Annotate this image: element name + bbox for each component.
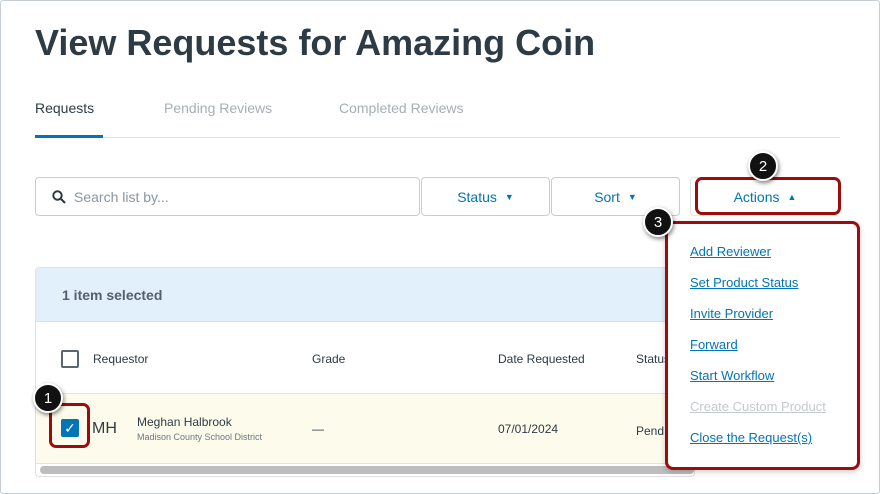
- search-placeholder: Search list by...: [74, 188, 169, 205]
- menu-add-reviewer[interactable]: Add Reviewer: [690, 244, 857, 275]
- actions-menu: Add Reviewer Set Product Status Invite P…: [665, 221, 860, 470]
- search-input[interactable]: Search list by...: [35, 177, 420, 216]
- date-cell: 07/01/2024: [498, 422, 559, 436]
- horizontal-scrollbar[interactable]: [40, 466, 694, 474]
- header-date-requested: Date Requested: [498, 352, 585, 366]
- tab-requests[interactable]: Requests: [35, 100, 94, 116]
- tab-pending-reviews[interactable]: Pending Reviews: [164, 100, 272, 116]
- header-requestor: Requestor: [93, 352, 149, 366]
- search-icon: [52, 189, 66, 204]
- menu-forward[interactable]: Forward: [690, 337, 857, 368]
- callout-1: 1: [33, 383, 63, 413]
- requestor-name: Meghan Halbrook: [137, 415, 232, 429]
- caret-down-icon: ▼: [627, 191, 637, 202]
- header-grade: Grade: [312, 352, 346, 366]
- menu-close-requests[interactable]: Close the Request(s): [690, 430, 857, 461]
- avatar: MH: [92, 420, 117, 437]
- active-tab-indicator: [35, 135, 103, 138]
- status-filter-button[interactable]: Status ▼: [421, 177, 550, 216]
- menu-invite-provider[interactable]: Invite Provider: [690, 306, 857, 337]
- menu-create-custom-product: Create Custom Product: [690, 399, 826, 414]
- select-all-checkbox[interactable]: [61, 350, 79, 368]
- requests-table: 1 item selected Requestor Grade Date Req…: [35, 267, 695, 477]
- callout-2: 2: [748, 151, 778, 181]
- status-cell: Pend: [636, 424, 665, 438]
- menu-set-product-status[interactable]: Set Product Status: [690, 275, 857, 306]
- page-title: View Requests for Amazing Coin: [35, 22, 596, 63]
- tab-completed-reviews[interactable]: Completed Reviews: [339, 100, 464, 116]
- caret-down-icon: ▼: [504, 191, 514, 202]
- menu-start-workflow[interactable]: Start Workflow: [690, 368, 857, 399]
- callout-3: 3: [643, 207, 673, 237]
- actions-highlight: [695, 177, 841, 215]
- tab-divider: [35, 137, 840, 138]
- selection-count: 1 item selected: [62, 287, 163, 303]
- grade-cell: —: [312, 422, 324, 436]
- status-label: Status: [457, 188, 497, 205]
- selection-bar: 1 item selected: [36, 268, 694, 322]
- requestor-org: Madison County School District: [137, 432, 263, 442]
- table-header: Requestor Grade Date Requested Status: [36, 323, 694, 394]
- sort-label: Sort: [594, 188, 620, 205]
- table-row[interactable]: ✓ MH Meghan Halbrook Madison County Scho…: [36, 394, 694, 464]
